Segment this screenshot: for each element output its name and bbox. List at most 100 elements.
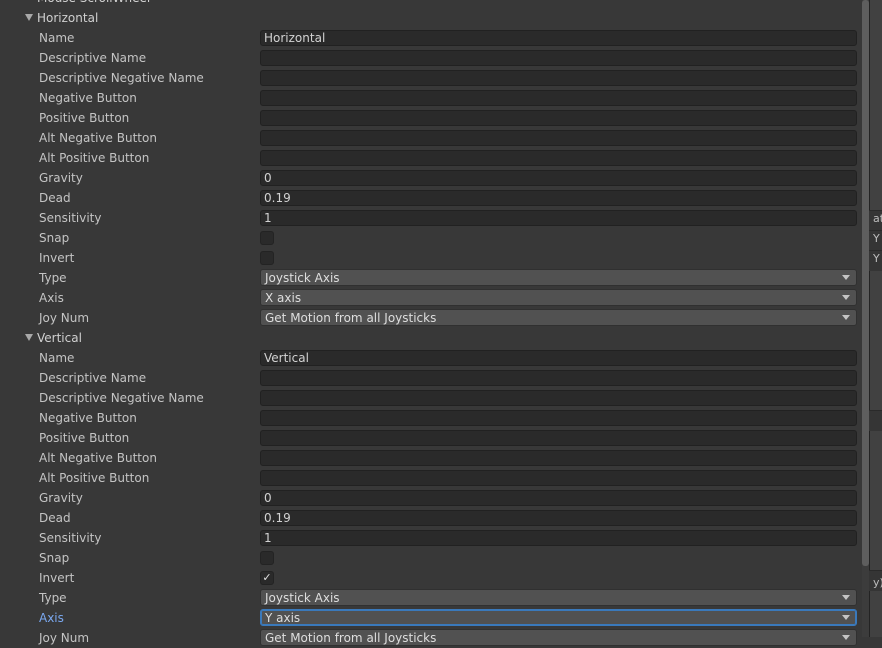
property-label: Name: [39, 31, 75, 45]
property-row-name: Name Horizontal: [0, 28, 862, 48]
property-row-dead: Dead 0.19: [0, 188, 862, 208]
field-value: Vertical: [264, 351, 309, 365]
field-value: 0: [264, 171, 272, 185]
property-row-joy-num: Joy Num Get Motion from all Joysticks: [0, 628, 862, 648]
name-field[interactable]: Horizontal: [260, 30, 857, 46]
chevron-down-icon: [842, 275, 850, 280]
property-label: Type: [39, 271, 67, 285]
field-value: 1: [264, 531, 272, 545]
property-label: Gravity: [39, 491, 83, 505]
positive-button-field[interactable]: [260, 110, 857, 126]
axis-dropdown[interactable]: Y axis: [260, 609, 857, 626]
dropdown-value: Joystick Axis: [265, 591, 340, 605]
field-value: 0: [264, 491, 272, 505]
dead-field[interactable]: 0.19: [260, 190, 857, 206]
property-label: Dead: [39, 191, 71, 205]
field-value: 0.19: [264, 511, 291, 525]
adjacent-panel-row: [869, 410, 882, 431]
field-value: Horizontal: [264, 31, 326, 45]
property-label: Gravity: [39, 171, 83, 185]
invert-checkbox[interactable]: [260, 251, 274, 265]
gravity-field[interactable]: 0: [260, 170, 857, 186]
joy-num-dropdown[interactable]: Get Motion from all Joysticks: [260, 309, 857, 326]
property-label: Snap: [39, 231, 70, 245]
sensitivity-field[interactable]: 1: [260, 210, 857, 226]
property-label: Negative Button: [39, 91, 137, 105]
property-row-gravity: Gravity 0: [0, 488, 862, 508]
property-row-axis: Axis X axis: [0, 288, 862, 308]
alt-negative-button-field[interactable]: [260, 450, 857, 466]
property-row-snap: Snap: [0, 228, 862, 248]
property-row-descriptive-negative-name: Descriptive Negative Name: [0, 388, 862, 408]
property-label: Sensitivity: [39, 531, 102, 545]
descriptive-name-field[interactable]: [260, 50, 857, 66]
axis-dropdown[interactable]: X axis: [260, 289, 857, 306]
input-axes-panel: Mouse ScrollWheel Horizontal Name Horizonta…: [0, 0, 862, 646]
property-label: Positive Button: [39, 431, 130, 445]
property-label: Axis: [39, 291, 64, 305]
foldout-horizontal[interactable]: Horizontal: [0, 8, 862, 28]
property-label: Descriptive Name: [39, 371, 147, 385]
chevron-down-icon: [842, 295, 850, 300]
property-row-sensitivity: Sensitivity 1: [0, 528, 862, 548]
property-row-gravity: Gravity 0: [0, 168, 862, 188]
descriptive-negative-name-field[interactable]: [260, 70, 857, 86]
foldout-label: Mouse ScrollWheel: [37, 0, 150, 5]
joy-num-dropdown[interactable]: Get Motion from all Joysticks: [260, 629, 857, 646]
property-row-invert: Invert ✓: [0, 568, 862, 588]
descriptive-name-field[interactable]: [260, 370, 857, 386]
descriptive-negative-name-field[interactable]: [260, 390, 857, 406]
property-row-axis: Axis Y axis: [0, 608, 862, 628]
property-row-alt-negative-button: Alt Negative Button: [0, 128, 862, 148]
chevron-down-icon: [842, 595, 850, 600]
chevron-down-icon: [842, 635, 850, 640]
sensitivity-field[interactable]: 1: [260, 530, 857, 546]
property-label: Alt Positive Button: [39, 471, 150, 485]
foldout-expanded-arrow-icon[interactable]: [25, 334, 33, 341]
property-row-descriptive-name: Descriptive Name: [0, 48, 862, 68]
name-field[interactable]: Vertical: [260, 350, 857, 366]
property-label: Alt Positive Button: [39, 151, 150, 165]
snap-checkbox[interactable]: [260, 551, 274, 565]
foldout-mouse-scrollwheel[interactable]: Mouse ScrollWheel: [0, 0, 862, 8]
type-dropdown[interactable]: Joystick Axis: [260, 589, 857, 606]
invert-checkbox[interactable]: ✓: [260, 571, 274, 585]
dropdown-value: Joystick Axis: [265, 271, 340, 285]
field-value: 0.19: [264, 191, 291, 205]
property-row-negative-button: Negative Button: [0, 88, 862, 108]
foldout-label: Horizontal: [37, 11, 99, 25]
negative-button-field[interactable]: [260, 90, 857, 106]
property-row-alt-positive-button: Alt Positive Button: [0, 468, 862, 488]
property-label: Axis: [39, 611, 64, 625]
type-dropdown[interactable]: Joystick Axis: [260, 269, 857, 286]
property-row-joy-num: Joy Num Get Motion from all Joysticks: [0, 308, 862, 328]
dropdown-value: Y axis: [265, 611, 301, 625]
property-row-alt-positive-button: Alt Positive Button: [0, 148, 862, 168]
adjacent-panel-text: y): [873, 576, 882, 589]
alt-positive-button-field[interactable]: [260, 470, 857, 486]
snap-checkbox[interactable]: [260, 231, 274, 245]
property-label: Descriptive Name: [39, 51, 147, 65]
property-label: Descriptive Negative Name: [39, 391, 204, 405]
alt-positive-button-field[interactable]: [260, 150, 857, 166]
scrollbar-thumb[interactable]: [862, 0, 869, 566]
negative-button-field[interactable]: [260, 410, 857, 426]
dropdown-value: Get Motion from all Joysticks: [265, 631, 437, 645]
property-label: Joy Num: [39, 631, 90, 645]
gravity-field[interactable]: 0: [260, 490, 857, 506]
property-row-dead: Dead 0.19: [0, 508, 862, 528]
foldout-vertical[interactable]: Vertical: [0, 328, 862, 348]
property-row-descriptive-name: Descriptive Name: [0, 368, 862, 388]
dropdown-value: X axis: [265, 291, 302, 305]
property-row-snap: Snap: [0, 548, 862, 568]
property-row-sensitivity: Sensitivity 1: [0, 208, 862, 228]
adjacent-panel-text: at: [873, 212, 882, 225]
adjacent-panel-text: Y: [873, 232, 880, 245]
dead-field[interactable]: 0.19: [260, 510, 857, 526]
checkmark-icon: ✓: [262, 571, 272, 584]
property-row-alt-negative-button: Alt Negative Button: [0, 448, 862, 468]
property-label: Alt Negative Button: [39, 451, 157, 465]
positive-button-field[interactable]: [260, 430, 857, 446]
alt-negative-button-field[interactable]: [260, 130, 857, 146]
foldout-expanded-arrow-icon[interactable]: [25, 14, 33, 21]
